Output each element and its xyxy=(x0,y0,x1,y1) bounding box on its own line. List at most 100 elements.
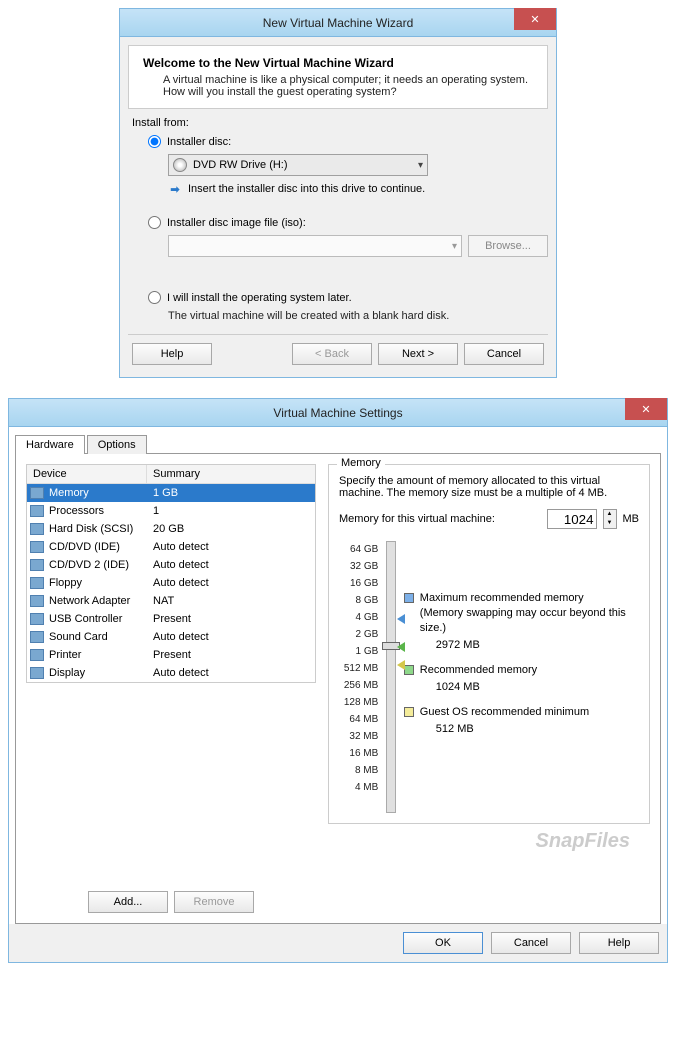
slider-tick: 4 MB xyxy=(339,779,378,796)
slider-tick: 8 GB xyxy=(339,592,378,609)
device-row[interactable]: CD/DVD 2 (IDE)Auto detect xyxy=(27,556,315,574)
column-summary[interactable]: Summary xyxy=(147,465,315,483)
disc-drive-value: DVD RW Drive (H:) xyxy=(193,159,288,171)
memory-description: Specify the amount of memory allocated t… xyxy=(339,475,639,499)
device-icon xyxy=(30,595,44,607)
device-summary: Auto detect xyxy=(147,559,315,571)
welcome-panel: Welcome to the New Virtual Machine Wizar… xyxy=(128,45,548,109)
recommended-value: 1024 MB xyxy=(436,680,639,695)
welcome-subtitle: A virtual machine is like a physical com… xyxy=(143,74,533,98)
device-row[interactable]: Hard Disk (SCSI)20 GB xyxy=(27,520,315,538)
device-icon xyxy=(30,541,44,553)
radio-install-later[interactable] xyxy=(148,291,161,304)
close-button[interactable]: ✕ xyxy=(514,8,556,30)
memory-unit: MB xyxy=(623,513,640,525)
min-label: Guest OS recommended minimum xyxy=(420,705,639,720)
welcome-title: Welcome to the New Virtual Machine Wizar… xyxy=(143,56,533,70)
device-summary: 20 GB xyxy=(147,523,315,535)
device-icon xyxy=(30,559,44,571)
install-from-label: Install from: xyxy=(132,117,548,129)
back-button[interactable]: < Back xyxy=(292,343,372,365)
device-row[interactable]: USB ControllerPresent xyxy=(27,610,315,628)
device-icon xyxy=(30,667,44,679)
memory-input-label: Memory for this virtual machine: xyxy=(339,513,495,525)
device-name: CD/DVD 2 (IDE) xyxy=(47,559,147,571)
iso-path-dropdown[interactable]: ▾ xyxy=(168,235,462,257)
device-icon xyxy=(30,505,44,517)
radio-iso[interactable] xyxy=(148,216,161,229)
titlebar: Virtual Machine Settings ✕ xyxy=(9,399,667,427)
max-recommended-note: (Memory swapping may occur beyond this s… xyxy=(420,606,639,636)
device-name: Sound Card xyxy=(47,631,147,643)
help-button[interactable]: Help xyxy=(579,932,659,954)
memory-input[interactable] xyxy=(547,509,597,529)
device-summary: 1 GB xyxy=(147,487,315,499)
slider-tick: 4 GB xyxy=(339,609,378,626)
device-icon xyxy=(30,649,44,661)
device-row[interactable]: Processors1 xyxy=(27,502,315,520)
ok-button[interactable]: OK xyxy=(403,932,483,954)
add-button[interactable]: Add... xyxy=(88,891,168,913)
tab-options[interactable]: Options xyxy=(87,435,147,454)
chevron-down-icon: ▾ xyxy=(452,241,457,252)
slider-tick: 16 MB xyxy=(339,745,378,762)
next-button[interactable]: Next > xyxy=(378,343,458,365)
browse-button[interactable]: Browse... xyxy=(468,235,548,257)
device-row[interactable]: CD/DVD (IDE)Auto detect xyxy=(27,538,315,556)
slider-tick: 2 GB xyxy=(339,626,378,643)
radio-install-later-label: I will install the operating system late… xyxy=(167,292,352,304)
device-row[interactable]: Network AdapterNAT xyxy=(27,592,315,610)
device-name: Memory xyxy=(47,487,147,499)
radio-installer-disc-label: Installer disc: xyxy=(167,136,231,148)
cancel-button[interactable]: Cancel xyxy=(464,343,544,365)
marker-max-icon xyxy=(397,614,405,624)
column-device[interactable]: Device xyxy=(27,465,147,483)
memory-spinner[interactable]: ▲▼ xyxy=(603,509,617,529)
device-name: CD/DVD (IDE) xyxy=(47,541,147,553)
device-row[interactable]: Memory1 GB xyxy=(27,484,315,502)
new-vm-wizard-dialog: New Virtual Machine Wizard ✕ Welcome to … xyxy=(119,8,557,378)
marker-recommended-icon xyxy=(397,642,405,652)
window-title: New Virtual Machine Wizard xyxy=(263,16,414,30)
device-summary: Auto detect xyxy=(147,631,315,643)
remove-button[interactable]: Remove xyxy=(174,891,254,913)
slider-tick: 64 MB xyxy=(339,711,378,728)
memory-slider[interactable] xyxy=(386,541,395,813)
device-icon xyxy=(30,487,44,499)
disc-hint: Insert the installer disc into this driv… xyxy=(188,183,425,195)
device-row[interactable]: PrinterPresent xyxy=(27,646,315,664)
device-icon xyxy=(30,613,44,625)
cancel-button[interactable]: Cancel xyxy=(491,932,571,954)
tab-hardware[interactable]: Hardware xyxy=(15,435,85,454)
device-name: Display xyxy=(47,667,147,679)
arrow-right-icon: ➡ xyxy=(168,182,182,196)
device-summary: Auto detect xyxy=(147,667,315,679)
disc-drive-dropdown[interactable]: DVD RW Drive (H:) ▾ xyxy=(168,154,428,176)
memory-fieldset: Memory Specify the amount of memory allo… xyxy=(328,464,650,824)
max-recommended-label: Maximum recommended memory xyxy=(420,591,639,606)
slider-tick: 32 MB xyxy=(339,728,378,745)
help-button[interactable]: Help xyxy=(132,343,212,365)
slider-tick: 32 GB xyxy=(339,558,378,575)
install-later-note: The virtual machine will be created with… xyxy=(168,310,548,322)
device-row[interactable]: Sound CardAuto detect xyxy=(27,628,315,646)
vm-settings-dialog: Virtual Machine Settings ✕ Hardware Opti… xyxy=(8,398,668,963)
chevron-down-icon: ▾ xyxy=(418,160,423,171)
slider-tick: 128 MB xyxy=(339,694,378,711)
close-button[interactable]: ✕ xyxy=(625,398,667,420)
marker-min-icon xyxy=(397,660,405,670)
slider-tick: 256 MB xyxy=(339,677,378,694)
device-summary: Present xyxy=(147,649,315,661)
device-row[interactable]: DisplayAuto detect xyxy=(27,664,315,682)
device-row[interactable]: FloppyAuto detect xyxy=(27,574,315,592)
radio-installer-disc[interactable] xyxy=(148,135,161,148)
watermark: SnapFiles xyxy=(328,824,650,859)
device-name: USB Controller xyxy=(47,613,147,625)
slider-tick: 16 GB xyxy=(339,575,378,592)
device-summary: NAT xyxy=(147,595,315,607)
min-value: 512 MB xyxy=(436,722,639,737)
titlebar: New Virtual Machine Wizard ✕ xyxy=(120,9,556,37)
device-icon xyxy=(30,577,44,589)
device-table: Device Summary Memory1 GBProcessors1Hard… xyxy=(26,464,316,683)
slider-tick: 8 MB xyxy=(339,762,378,779)
